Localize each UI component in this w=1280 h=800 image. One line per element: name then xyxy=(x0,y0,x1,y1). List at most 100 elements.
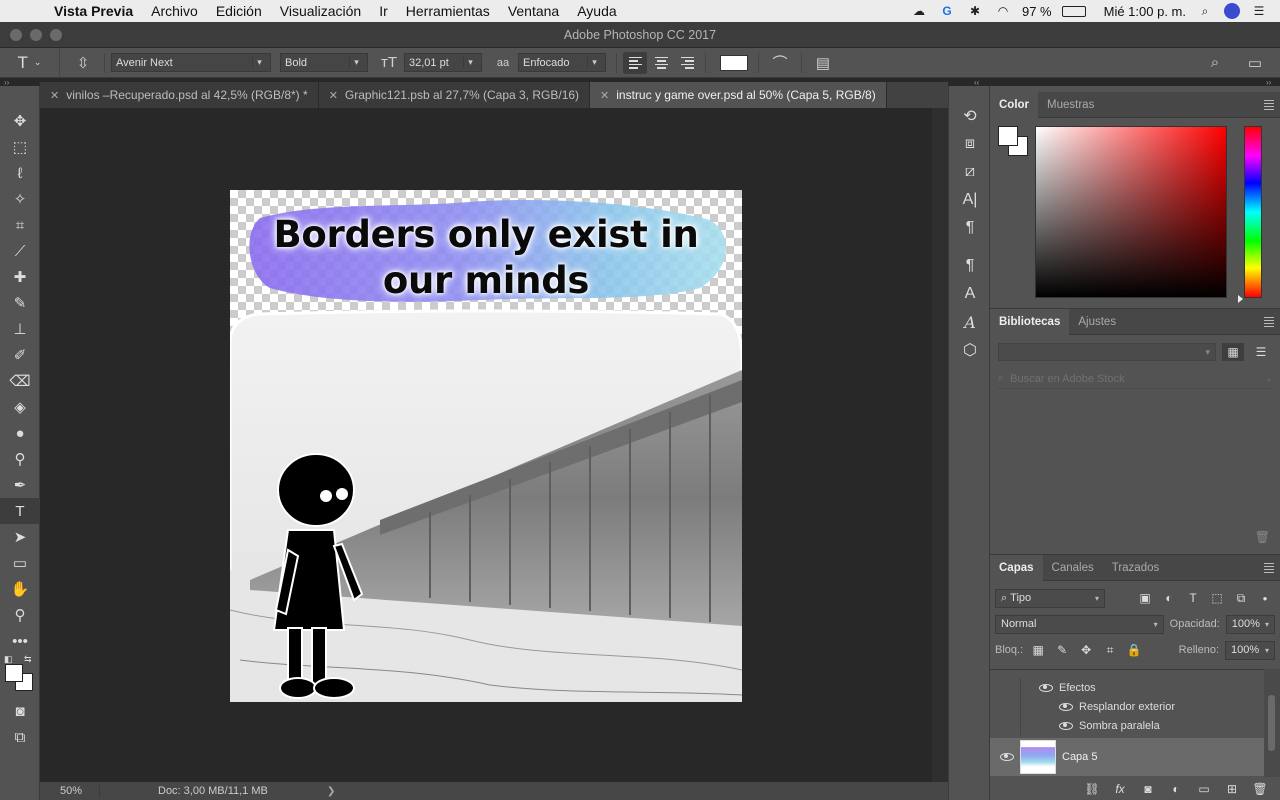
grid-view-icon[interactable]: ▦ xyxy=(1222,343,1244,361)
history-panel-icon[interactable]: ⟲ xyxy=(949,102,991,130)
panels-collapse-icon[interactable]: ›› xyxy=(1266,78,1271,87)
eye-icon[interactable] xyxy=(1059,721,1073,730)
panel-menu-icon[interactable] xyxy=(1264,317,1274,327)
quick-mask-icon[interactable]: ◙ xyxy=(0,698,40,724)
zoom-window-button[interactable] xyxy=(50,29,62,41)
font-style-select[interactable]: Bold ▾ xyxy=(280,53,368,72)
blur-tool-icon[interactable]: ● xyxy=(0,420,40,446)
canvas-vertical-scrollbar[interactable] xyxy=(931,108,948,782)
spotlight-icon[interactable]: ⌕ xyxy=(1196,4,1214,18)
healing-brush-tool-icon[interactable]: ✚ xyxy=(0,264,40,290)
character-panel-icon[interactable]: A| xyxy=(949,186,991,214)
zoom-tool-icon[interactable]: ⚲ xyxy=(0,602,40,628)
list-view-icon[interactable]: ☰ xyxy=(1250,343,1272,361)
lock-artboard-icon[interactable]: ⌗ xyxy=(1101,643,1119,658)
new-adjustment-layer-icon[interactable]: ◐ xyxy=(1166,782,1186,796)
tab-muestras[interactable]: Muestras xyxy=(1038,92,1103,118)
add-mask-icon[interactable]: ◙ xyxy=(1138,782,1158,796)
menu-edicion[interactable]: Edición xyxy=(207,3,271,19)
dodge-tool-icon[interactable]: ⚲ xyxy=(0,446,40,472)
eraser-tool-icon[interactable]: ⌫ xyxy=(0,368,40,394)
layer-style-icon[interactable]: fx xyxy=(1110,782,1130,796)
foreground-color-swatch[interactable] xyxy=(5,664,23,682)
hue-marker-icon[interactable] xyxy=(1238,295,1243,303)
move-tool-icon[interactable]: ✥ xyxy=(0,108,40,134)
eye-icon[interactable] xyxy=(1000,753,1014,761)
hue-slider[interactable] xyxy=(1244,126,1262,298)
hand-tool-icon[interactable]: ✋ xyxy=(0,576,40,602)
layer-row[interactable]: Capa 5 xyxy=(990,738,1264,776)
minimize-window-button[interactable] xyxy=(30,29,42,41)
color-picker-field[interactable] xyxy=(1035,126,1227,298)
tab-ajustes[interactable]: Ajustes xyxy=(1069,309,1125,335)
eye-icon[interactable] xyxy=(1059,702,1073,711)
properties-panel-icon[interactable]: ⧈ xyxy=(949,130,991,158)
eye-icon[interactable] xyxy=(1039,683,1053,692)
blend-mode-select[interactable]: Normal ▾ xyxy=(995,614,1164,634)
eyedropper-tool-icon[interactable]: ⟋ xyxy=(0,238,40,264)
delete-layer-icon[interactable]: 🗑 xyxy=(1250,782,1270,796)
menu-archivo[interactable]: Archivo xyxy=(142,3,207,19)
pixel-filter-icon[interactable]: ▣ xyxy=(1135,589,1155,607)
menu-ir[interactable]: Ir xyxy=(370,3,397,19)
panel-menu-icon[interactable] xyxy=(1264,100,1274,110)
menu-ayuda[interactable]: Ayuda xyxy=(568,3,625,19)
tab-instruc-game-over[interactable]: ✕ instruc y game over.psd al 50% (Capa 5… xyxy=(590,82,887,108)
link-layers-icon[interactable]: ⛓ xyxy=(1082,782,1102,796)
brush-tool-icon[interactable]: ✎ xyxy=(0,290,40,316)
layer-name[interactable]: Capa 5 xyxy=(1062,751,1097,763)
rectangle-tool-icon[interactable]: ▭ xyxy=(0,550,40,576)
shape-filter-icon[interactable]: ⬚ xyxy=(1207,589,1227,607)
text-color-swatch[interactable] xyxy=(720,54,748,71)
dock-collapse-icon[interactable]: ‹‹ xyxy=(974,78,979,87)
menu-herramientas[interactable]: Herramientas xyxy=(397,3,499,19)
adjustment-filter-icon[interactable]: ◐ xyxy=(1159,589,1179,607)
pen-tool-icon[interactable]: ✒ xyxy=(0,472,40,498)
stock-search-input[interactable]: ⌕ Buscar en Adobe Stock ⌄ xyxy=(998,369,1272,389)
screen-mode-icon[interactable]: ⧉ xyxy=(0,724,40,750)
font-family-select[interactable]: Avenir Next ▾ xyxy=(111,53,271,72)
tab-graphic121[interactable]: ✕ Graphic121.psb al 27,7% (Capa 3, RGB/1… xyxy=(318,82,591,108)
fill-field[interactable]: 100% ▾ xyxy=(1225,640,1275,660)
menu-ventana[interactable]: Ventana xyxy=(499,3,568,19)
lock-all-icon[interactable]: 🔒 xyxy=(1125,643,1143,657)
warp-text-icon[interactable]: ⌒ xyxy=(765,52,795,74)
filter-toggle-icon[interactable]: ● xyxy=(1255,589,1275,607)
paragraph-panel-icon[interactable]: ¶ xyxy=(949,214,991,242)
tab-canales[interactable]: Canales xyxy=(1043,555,1103,581)
lock-position-icon[interactable]: ✥ xyxy=(1077,643,1095,657)
menu-app[interactable]: Vista Previa xyxy=(54,3,142,19)
menu-visualizacion[interactable]: Visualización xyxy=(271,3,370,19)
tab-capas[interactable]: Capas xyxy=(990,554,1043,581)
tab-color[interactable]: Color xyxy=(990,91,1039,118)
tab-vinilos[interactable]: ✕ vinilos –Recuperado.psd al 42,5% (RGB/… xyxy=(40,82,319,108)
effect-row-outer-glow[interactable]: Resplandor exterior xyxy=(1020,697,1264,716)
lasso-tool-icon[interactable]: ℓ xyxy=(0,160,40,186)
grammarly-icon[interactable]: G xyxy=(938,4,956,18)
foreground-background-colors[interactable]: ◧ ⇆ xyxy=(0,654,40,694)
character-styles-icon[interactable]: A xyxy=(949,280,991,308)
lock-transparent-icon[interactable]: ▦ xyxy=(1029,643,1047,657)
swap-colors-icon[interactable]: ⇆ xyxy=(24,654,32,665)
bluetooth-icon[interactable]: ✱ xyxy=(966,4,984,18)
marquee-tool-icon[interactable]: ⬚ xyxy=(0,134,40,160)
layers-scrollbar[interactable] xyxy=(1264,669,1280,777)
align-center-button[interactable] xyxy=(649,52,673,74)
align-left-button[interactable] xyxy=(623,51,647,74)
more-tools-icon[interactable]: ••• xyxy=(0,628,40,654)
antialias-select[interactable]: Enfocado ▾ xyxy=(518,53,606,72)
workspace-icon[interactable]: ▭ xyxy=(1240,52,1270,74)
align-right-button[interactable] xyxy=(675,52,699,74)
wifi-icon[interactable]: ◠ xyxy=(994,4,1012,18)
tool-preset-picker[interactable]: T ⌄ xyxy=(0,47,60,78)
layer-filter-select[interactable]: ⌕ Tipo ▾ xyxy=(995,588,1105,608)
smart-object-filter-icon[interactable]: ⧉ xyxy=(1231,589,1251,607)
close-tab-icon[interactable]: ✕ xyxy=(329,89,338,102)
close-window-button[interactable] xyxy=(10,29,22,41)
glyphs-panel-icon[interactable]: A xyxy=(949,308,991,336)
tab-trazados[interactable]: Trazados xyxy=(1103,555,1169,581)
tab-bibliotecas[interactable]: Bibliotecas xyxy=(990,308,1070,335)
new-group-icon[interactable]: ▭ xyxy=(1194,782,1214,796)
menubar-clock[interactable]: Mié 1:00 p. m. xyxy=(1104,4,1186,19)
paint-bucket-tool-icon[interactable]: ◈ xyxy=(0,394,40,420)
